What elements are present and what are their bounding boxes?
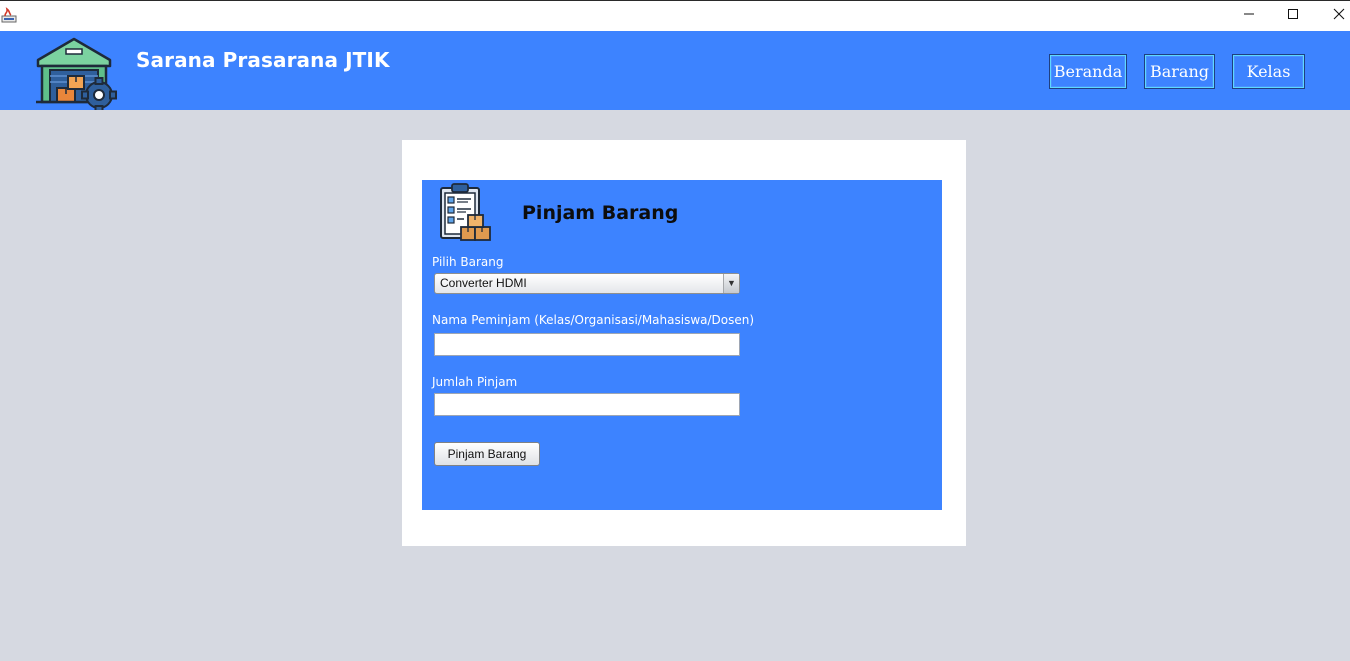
- nav-barang-button[interactable]: Barang: [1144, 54, 1215, 89]
- app-header: Sarana Prasarana JTIK Beranda Barang Kel…: [0, 31, 1350, 113]
- maximize-icon: [1287, 7, 1299, 25]
- nav-beranda-button[interactable]: Beranda: [1049, 54, 1127, 89]
- nama-peminjam-input[interactable]: [434, 333, 740, 356]
- jumlah-pinjam-input[interactable]: [434, 393, 740, 416]
- pinjam-form-panel: Pinjam Barang Pilih Barang Converter HDM…: [422, 180, 942, 510]
- close-button[interactable]: [1316, 1, 1350, 31]
- warehouse-gear-icon: [34, 36, 118, 113]
- clipboard-boxes-icon: [438, 183, 496, 243]
- jumlah-pinjam-label: Jumlah Pinjam: [432, 375, 518, 389]
- chevron-down-icon[interactable]: ▼: [723, 274, 739, 293]
- java-app-icon: [1, 7, 17, 23]
- nav-kelas-button[interactable]: Kelas: [1232, 54, 1305, 89]
- pinjam-barang-button[interactable]: Pinjam Barang: [434, 442, 540, 466]
- form-card: Pinjam Barang Pilih Barang Converter HDM…: [402, 140, 966, 546]
- nama-peminjam-label: Nama Peminjam (Kelas/Organisasi/Mahasisw…: [432, 313, 755, 327]
- form-title: Pinjam Barang: [522, 202, 679, 224]
- close-icon: [1333, 7, 1345, 25]
- app-title: Sarana Prasarana JTIK: [136, 48, 390, 72]
- pilih-barang-select[interactable]: Converter HDMI ▼: [434, 273, 740, 294]
- minimize-icon: [1243, 7, 1255, 25]
- selected-item-value: Converter HDMI: [440, 276, 527, 290]
- maximize-button[interactable]: [1270, 1, 1316, 31]
- minimize-button[interactable]: [1226, 1, 1272, 31]
- window-titlebar: [0, 0, 1350, 31]
- pilih-barang-label: Pilih Barang: [432, 255, 504, 269]
